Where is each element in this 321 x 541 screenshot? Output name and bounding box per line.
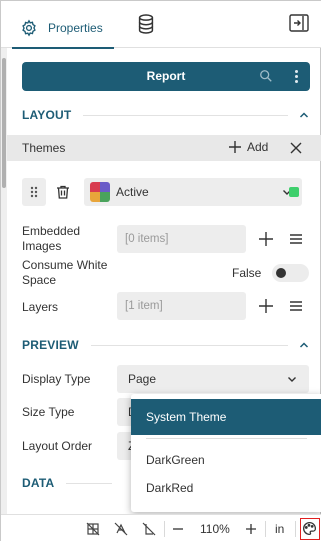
embedded-images-label: Embedded Images [22,224,81,253]
section-preview-header[interactable]: PREVIEW [22,335,310,355]
layout-order-label: Layout Order [22,439,93,453]
database-icon[interactable] [135,13,157,35]
tab-properties-label: Properties [48,20,103,35]
theme-option-darkgreen[interactable]: DarkGreen [146,453,205,467]
gear-icon [22,19,36,36]
theme-option-darkred[interactable]: DarkRed [146,481,193,495]
unit-selector[interactable]: in [275,522,284,536]
drag-handle[interactable] [22,178,46,206]
status-indicator [289,187,299,197]
zoom-in-icon[interactable] [244,522,258,536]
section-data-header[interactable]: DATA [22,473,122,493]
consume-white-space-label: Consume White Space [22,258,108,287]
consume-white-space-toggle[interactable] [272,264,309,282]
theme-option-system[interactable]: System Theme [131,399,321,435]
add-layer-icon[interactable] [259,299,273,313]
consume-white-space-value: False [232,266,262,280]
search-icon[interactable] [259,69,273,83]
theme-dropdown-menu: System Theme DarkGreen DarkRed [131,394,321,512]
guides-off-icon[interactable] [142,522,156,536]
scrollbar[interactable] [1,48,7,514]
palette-icon [303,522,316,535]
size-type-label: Size Type [22,405,75,419]
theme-toggle-button[interactable] [300,518,320,540]
properties-panel: Properties Report LAYOUT Themes Add Acti… [0,0,321,541]
embedded-images-field[interactable]: [0 items] [117,225,246,253]
themes-row: Themes Add [7,135,321,161]
theme-swatch-icon [90,182,110,202]
theme-select-value: Active [116,185,149,199]
status-divider [265,521,266,537]
section-layout-header[interactable]: LAYOUT [22,105,310,125]
grid-off-icon[interactable] [86,522,100,536]
add-theme-button[interactable]: Add [229,140,268,154]
section-divider [90,344,288,346]
chevron-up-icon[interactable] [298,109,310,121]
snap-off-icon[interactable] [114,522,128,536]
scrollbar-thumb[interactable] [2,58,6,188]
section-preview-title: PREVIEW [22,338,79,352]
trash-icon[interactable] [55,184,71,200]
status-divider [164,521,165,537]
section-divider [66,482,112,484]
drag-grip-icon [30,186,38,198]
menu-divider [146,438,307,439]
status-bar: 110% in [1,514,321,541]
close-icon[interactable] [289,141,303,155]
panel-tab-bar: Properties [1,1,321,49]
status-divider [295,521,296,537]
chevron-up-icon[interactable] [298,339,310,351]
tab-properties[interactable]: Properties [12,7,114,49]
menu-icon[interactable] [289,299,303,313]
add-embedded-image-icon[interactable] [259,232,273,246]
display-type-label: Display Type [22,372,91,386]
theme-item-row: Active [22,178,310,206]
display-type-select[interactable]: Page [117,365,309,393]
zoom-level: 110% [200,522,230,536]
collapse-panel-icon[interactable] [289,14,309,32]
section-data-title: DATA [22,476,55,490]
themes-label: Themes [22,141,66,155]
zoom-out-icon[interactable] [171,522,185,536]
theme-select[interactable]: Active [84,178,302,206]
more-options-icon[interactable] [292,68,300,85]
report-header-bar[interactable]: Report [22,62,310,91]
layers-label: Layers [22,300,59,314]
display-type-value: Page [128,372,157,386]
layers-field[interactable]: [1 item] [117,292,246,320]
plus-icon [229,141,241,153]
section-layout-title: LAYOUT [22,108,72,122]
menu-icon[interactable] [289,232,303,246]
chevron-down-icon [288,377,296,382]
add-theme-label: Add [247,140,269,154]
section-divider [83,114,288,116]
